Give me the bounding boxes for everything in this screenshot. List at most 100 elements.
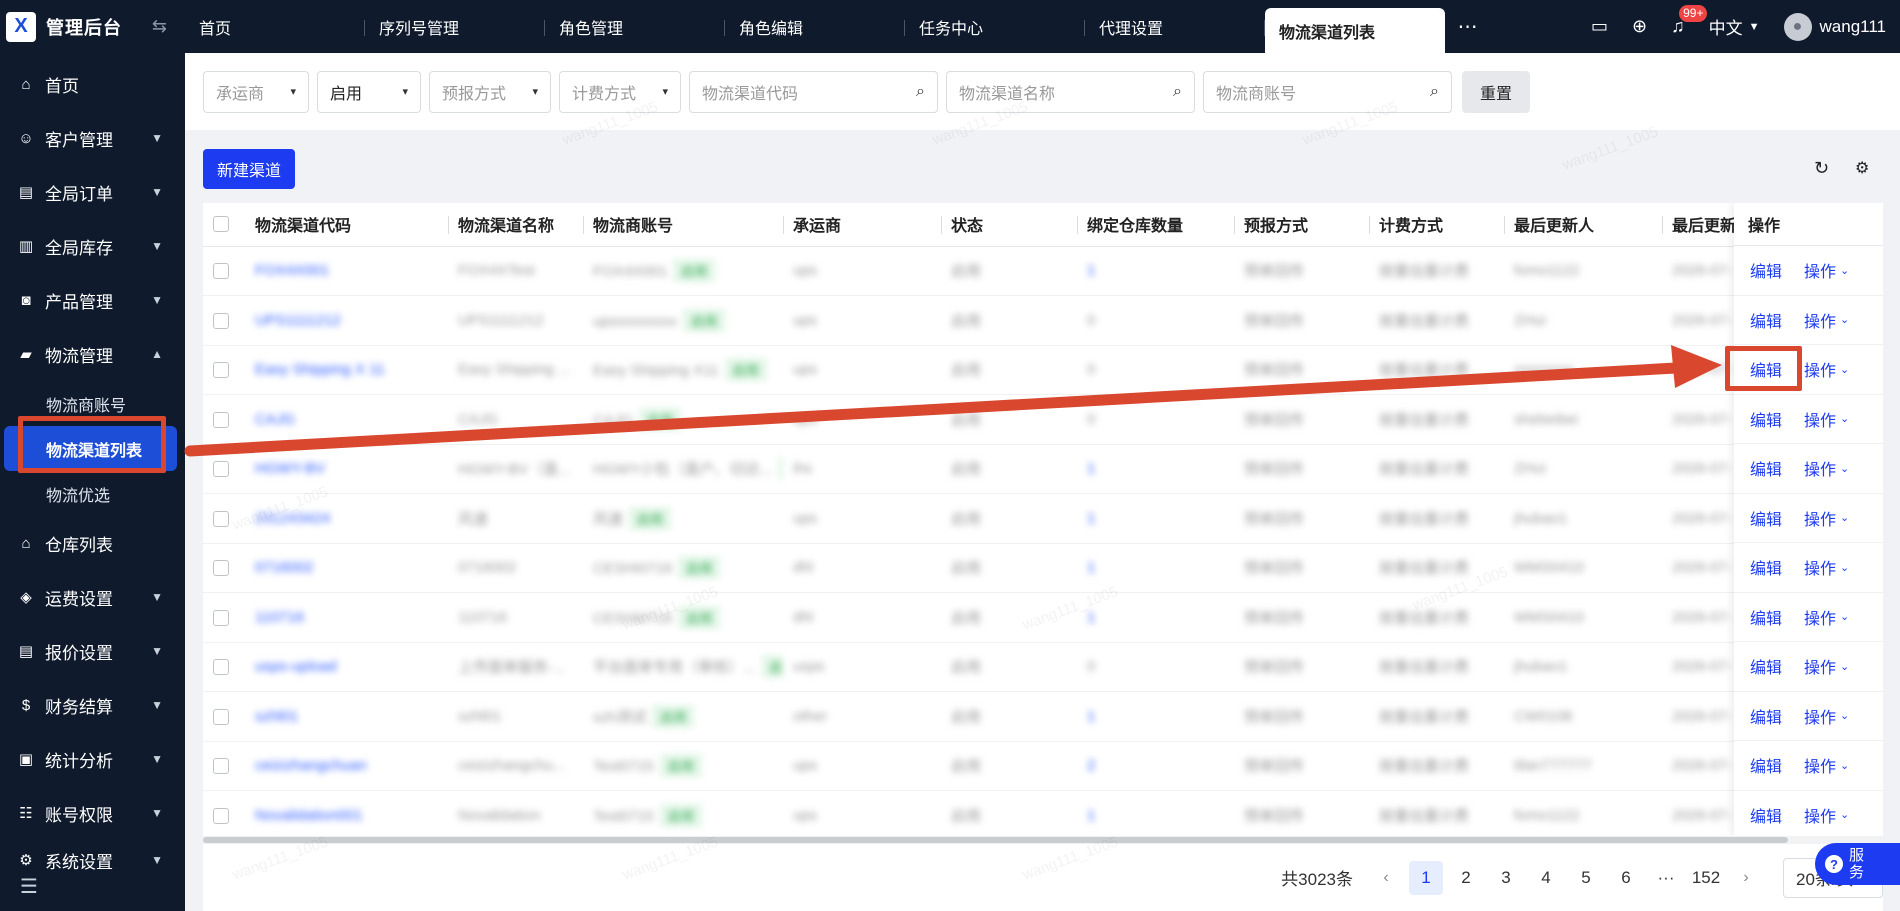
row-checkbox[interactable] xyxy=(213,362,229,379)
column-header[interactable]: 最后更新人 xyxy=(1504,203,1662,247)
operation-dropdown[interactable]: 操作 ⌄ xyxy=(1804,753,1849,777)
sidebar-item-after-3[interactable]: $ 财务结算 ▼ xyxy=(0,678,185,732)
table-row[interactable]: 110716 110716 CESHI0716 启用 dhl 启用 1 预单回传 按重估重计费 W… xyxy=(203,592,1883,643)
collapse-sidebar-icon[interactable]: ⇆ xyxy=(152,16,167,37)
sidebar-subitem-2[interactable]: 物流优选 xyxy=(0,471,185,516)
column-header[interactable]: 物流渠道名称 xyxy=(448,203,583,247)
channel-code-link[interactable]: ceizizhangchuan xyxy=(245,741,448,791)
horizontal-scrollbar[interactable] xyxy=(203,836,1883,844)
bound-warehouse-count[interactable]: 1 xyxy=(1077,691,1234,742)
sidebar-item-after-1[interactable]: ◈ 运费设置 ▼ xyxy=(0,570,185,624)
edit-button[interactable]: 编辑 xyxy=(1750,753,1782,777)
sidebar-item-after-0[interactable]: ⌂ 仓库列表 xyxy=(0,516,185,570)
row-checkbox[interactable] xyxy=(213,411,229,428)
page-last[interactable]: 152 xyxy=(1689,861,1723,895)
row-checkbox[interactable] xyxy=(213,560,229,577)
row-checkbox[interactable] xyxy=(213,461,229,478)
column-header[interactable]: 承运商 xyxy=(783,203,941,247)
tab-1[interactable]: 序列号管理 xyxy=(365,0,545,53)
edit-button[interactable]: 编辑 xyxy=(1750,654,1782,678)
sidebar-item-after-2[interactable]: ▤ 报价设置 ▼ xyxy=(0,624,185,678)
table-row[interactable]: Easy Shipping X 11 Easy Shipping ... Easy … xyxy=(203,345,1883,395)
user-menu[interactable]: ● wang111 xyxy=(1783,12,1886,41)
table-row[interactable]: HGWY-BVHGWY-BV（直...HGWY小包（直户、切达...启用ihs启… xyxy=(203,444,1883,494)
status-select[interactable]: 启用 ▾ xyxy=(317,70,421,113)
report-method-select[interactable]: 预报方式 ▾ xyxy=(429,70,551,113)
channel-code-link[interactable]: 0716002 xyxy=(245,543,448,593)
edit-button[interactable]: 编辑 xyxy=(1750,506,1782,530)
page-6[interactable]: 6 xyxy=(1609,861,1643,895)
channel-code-link[interactable]: Easy Shipping X 11 xyxy=(245,345,448,395)
download-icon[interactable]: ⊕ xyxy=(1632,16,1647,37)
tab-0[interactable]: 首页 xyxy=(185,0,365,53)
sidebar-item-2[interactable]: ▤ 全局订单 ▼ xyxy=(0,165,185,219)
tab-3[interactable]: 角色编辑 xyxy=(725,0,905,53)
row-checkbox[interactable] xyxy=(213,659,229,676)
bound-warehouse-count[interactable]: 1 xyxy=(1077,592,1234,643)
operation-dropdown[interactable]: 操作 ⌄ xyxy=(1804,308,1849,332)
edit-button[interactable]: 编辑 xyxy=(1750,308,1782,332)
tab-2[interactable]: 角色管理 xyxy=(545,0,725,53)
operation-dropdown[interactable]: 操作 ⌄ xyxy=(1804,654,1849,678)
bound-warehouse-count[interactable]: 2 xyxy=(1077,741,1234,791)
new-channel-button[interactable]: 新建渠道 xyxy=(203,149,295,189)
bound-warehouse-count[interactable]: 1 xyxy=(1077,790,1234,836)
row-checkbox[interactable] xyxy=(213,263,229,280)
page-2[interactable]: 2 xyxy=(1449,861,1483,895)
table-row[interactable]: 231243424 风速 风速 启用 ups 启用 1 预单回传 按重估重计费 jhubao1 20… xyxy=(203,493,1883,544)
sidebar-item-1[interactable]: ☺ 客户管理 ▼ xyxy=(0,111,185,165)
operation-dropdown[interactable]: 操作 ⌄ xyxy=(1804,803,1849,827)
channel-code-link[interactable]: 231243424 xyxy=(245,493,448,544)
operation-dropdown[interactable]: 操作 ⌄ xyxy=(1804,357,1849,381)
channel-code-search[interactable]: 物流渠道代码 ⌕ xyxy=(689,70,938,113)
row-checkbox[interactable] xyxy=(213,807,229,824)
edit-button[interactable]: 编辑 xyxy=(1750,456,1782,480)
table-row[interactable]: Novalidation001 Novalidation Test0715 启用 ups… xyxy=(203,790,1883,836)
column-header[interactable]: 预报方式 xyxy=(1234,203,1369,247)
page-5[interactable]: 5 xyxy=(1569,861,1603,895)
table-row[interactable]: ceizizhangchuan ceizizhangchu... Test0715 启… xyxy=(203,741,1883,791)
channel-code-link[interactable]: Novalidation001 xyxy=(245,790,448,836)
sidebar-item-0[interactable]: ⌂ 首页 xyxy=(0,57,185,111)
bound-warehouse-count[interactable]: 1 xyxy=(1077,246,1234,296)
operation-dropdown[interactable]: 操作 ⌄ xyxy=(1804,506,1849,530)
prev-page-icon[interactable]: ‹ xyxy=(1369,861,1403,895)
page-1[interactable]: 1 xyxy=(1409,860,1443,895)
column-header[interactable]: 绑定仓库数量 xyxy=(1077,203,1234,247)
channel-code-link[interactable]: usps-upload xyxy=(245,642,448,692)
scrollbar-thumb[interactable] xyxy=(203,837,1788,843)
more-tabs-icon[interactable]: ⋯ xyxy=(1445,0,1491,53)
operation-dropdown[interactable]: 操作 ⌄ xyxy=(1804,704,1849,728)
column-header[interactable]: 物流商账号 xyxy=(583,203,783,247)
tab-4[interactable]: 任务中心 xyxy=(905,0,1085,53)
bound-warehouse-count[interactable]: 1 xyxy=(1077,493,1234,544)
sidebar-item-4[interactable]: ◙ 产品管理 ▼ xyxy=(0,273,185,327)
tab-5[interactable]: 代理设置 xyxy=(1085,0,1265,53)
page-3[interactable]: 3 xyxy=(1489,861,1523,895)
operation-dropdown[interactable]: 操作 ⌄ xyxy=(1804,407,1849,431)
column-header[interactable]: 物流渠道代码 xyxy=(245,203,448,247)
edit-button[interactable]: 编辑 xyxy=(1750,407,1782,431)
inbox-icon[interactable]: ▭ xyxy=(1591,16,1608,37)
edit-button[interactable]: 编辑 xyxy=(1750,258,1782,282)
row-checkbox[interactable] xyxy=(213,510,229,527)
row-checkbox[interactable] xyxy=(213,609,229,626)
column-settings-icon[interactable]: ⚙ xyxy=(1855,158,1869,178)
row-checkbox[interactable] xyxy=(213,312,229,329)
reset-button[interactable]: 重置 xyxy=(1462,70,1530,113)
menu-toggle-icon[interactable]: ☰ xyxy=(20,874,38,899)
edit-button[interactable]: 编辑 xyxy=(1750,605,1782,629)
operation-dropdown[interactable]: 操作 ⌄ xyxy=(1804,456,1849,480)
carrier-select[interactable]: 承运商 ▾ xyxy=(203,70,309,113)
edit-button[interactable]: 编辑 xyxy=(1750,555,1782,579)
bound-warehouse-count[interactable]: 1 xyxy=(1077,444,1234,494)
channel-code-link[interactable]: CAJG xyxy=(245,394,448,445)
channel-name-search[interactable]: 物流渠道名称 ⌕ xyxy=(946,70,1195,113)
channel-code-link[interactable]: HGWY-BV xyxy=(245,444,448,494)
sidebar-item-5[interactable]: ▰ 物流管理 ▲ xyxy=(0,327,185,381)
bound-warehouse-count[interactable]: 1 xyxy=(1077,543,1234,593)
table-row[interactable]: szhl01 szhl01 szh测试 启用 other 启用 1 预单回传 按重估重计费 CW0… xyxy=(203,691,1883,742)
sidebar-item-after-5[interactable]: ☷ 账号权限 ▼ xyxy=(0,786,185,840)
row-checkbox[interactable] xyxy=(213,758,229,775)
sidebar-item-3[interactable]: ▥ 全局库存 ▼ xyxy=(0,219,185,273)
